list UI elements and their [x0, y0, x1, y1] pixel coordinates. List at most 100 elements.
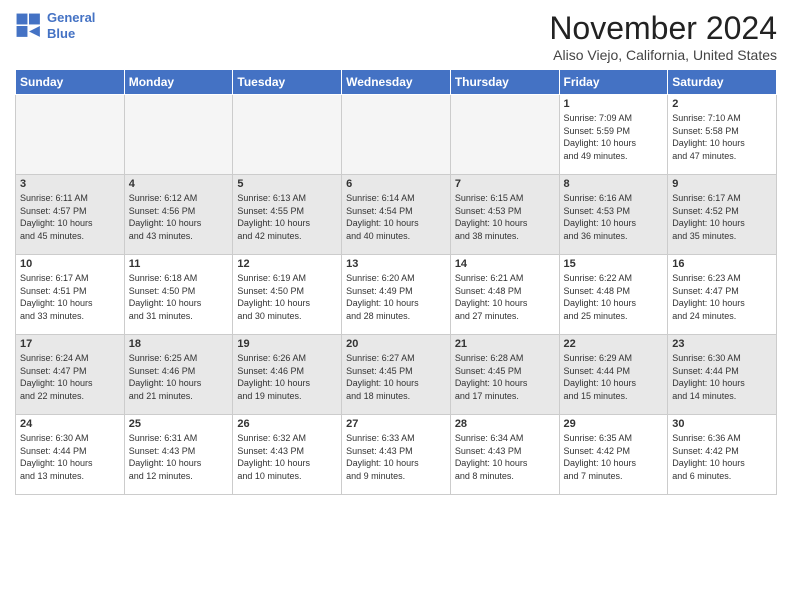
day-cell-4: 4 Sunrise: 6:12 AM Sunset: 4:56 PM Daylig… — [124, 175, 233, 255]
day-number: 13 — [346, 258, 446, 270]
week-row-0: 1 Sunrise: 7:09 AM Sunset: 5:59 PM Daylig… — [16, 95, 777, 175]
day-cell-empty — [450, 95, 559, 175]
day-info: Sunrise: 6:15 AM Sunset: 4:53 PM Dayligh… — [455, 192, 555, 242]
day-info: Sunrise: 6:12 AM Sunset: 4:56 PM Dayligh… — [129, 192, 229, 242]
day-number: 4 — [129, 178, 229, 190]
day-number: 29 — [564, 418, 664, 430]
calendar-table: SundayMondayTuesdayWednesdayThursdayFrid… — [15, 69, 777, 495]
logo-text: General Blue — [47, 10, 95, 41]
day-cell-empty — [342, 95, 451, 175]
day-cell-empty — [124, 95, 233, 175]
day-number: 7 — [455, 178, 555, 190]
day-info: Sunrise: 6:17 AM Sunset: 4:52 PM Dayligh… — [672, 192, 772, 242]
week-row-1: 3Sunrise: 6:11 AM Sunset: 4:57 PM Daylig… — [16, 175, 777, 255]
weekday-header-row: SundayMondayTuesdayWednesdayThursdayFrid… — [16, 70, 777, 95]
day-info: Sunrise: 6:26 AM Sunset: 4:46 PM Dayligh… — [237, 352, 337, 402]
day-info: Sunrise: 6:35 AM Sunset: 4:42 PM Dayligh… — [564, 432, 664, 482]
day-info: Sunrise: 6:14 AM Sunset: 4:54 PM Dayligh… — [346, 192, 446, 242]
day-cell-27: 27 Sunrise: 6:33 AM Sunset: 4:43 PM Dayli… — [342, 415, 451, 495]
day-info: Sunrise: 6:17 AM Sunset: 4:51 PM Dayligh… — [20, 272, 120, 322]
week-row-2: 10 Sunrise: 6:17 AM Sunset: 4:51 PM Dayli… — [16, 255, 777, 335]
day-cell-23: 23Sunrise: 6:30 AM Sunset: 4:44 PM Dayli… — [668, 335, 777, 415]
day-number: 19 — [237, 338, 337, 350]
header: General Blue November 2024 Aliso Viejo, … — [15, 10, 777, 63]
day-cell-22: 22Sunrise: 6:29 AM Sunset: 4:44 PM Dayli… — [559, 335, 668, 415]
week-row-4: 24 Sunrise: 6:30 AM Sunset: 4:44 PM Dayli… — [16, 415, 777, 495]
day-number: 16 — [672, 258, 772, 270]
day-info: Sunrise: 6:22 AM Sunset: 4:48 PM Dayligh… — [564, 272, 664, 322]
location-title: Aliso Viejo, California, United States — [549, 47, 777, 63]
day-info: Sunrise: 6:33 AM Sunset: 4:43 PM Dayligh… — [346, 432, 446, 482]
logo: General Blue — [15, 10, 95, 41]
day-number: 5 — [237, 178, 337, 190]
day-number: 21 — [455, 338, 555, 350]
day-number: 28 — [455, 418, 555, 430]
weekday-header-saturday: Saturday — [668, 70, 777, 95]
day-info: Sunrise: 6:30 AM Sunset: 4:44 PM Dayligh… — [20, 432, 120, 482]
day-info: Sunrise: 6:25 AM Sunset: 4:46 PM Dayligh… — [129, 352, 229, 402]
day-cell-2: 2Sunrise: 7:10 AM Sunset: 5:58 PM Daylig… — [668, 95, 777, 175]
day-cell-29: 29 Sunrise: 6:35 AM Sunset: 4:42 PM Dayli… — [559, 415, 668, 495]
day-info: Sunrise: 6:11 AM Sunset: 4:57 PM Dayligh… — [20, 192, 120, 242]
day-info: Sunrise: 7:09 AM Sunset: 5:59 PM Dayligh… — [564, 112, 664, 162]
day-number: 10 — [20, 258, 120, 270]
day-cell-17: 17 Sunrise: 6:24 AM Sunset: 4:47 PM Dayli… — [16, 335, 125, 415]
day-cell-12: 12 Sunrise: 6:19 AM Sunset: 4:50 PM Dayli… — [233, 255, 342, 335]
logo-icon — [15, 12, 43, 40]
day-info: Sunrise: 6:18 AM Sunset: 4:50 PM Dayligh… — [129, 272, 229, 322]
day-info: Sunrise: 6:21 AM Sunset: 4:48 PM Dayligh… — [455, 272, 555, 322]
day-info: Sunrise: 6:24 AM Sunset: 4:47 PM Dayligh… — [20, 352, 120, 402]
day-number: 18 — [129, 338, 229, 350]
weekday-header-friday: Friday — [559, 70, 668, 95]
day-cell-3: 3Sunrise: 6:11 AM Sunset: 4:57 PM Daylig… — [16, 175, 125, 255]
page-container: General Blue November 2024 Aliso Viejo, … — [0, 0, 792, 612]
week-row-3: 17 Sunrise: 6:24 AM Sunset: 4:47 PM Dayli… — [16, 335, 777, 415]
day-info: Sunrise: 6:20 AM Sunset: 4:49 PM Dayligh… — [346, 272, 446, 322]
day-number: 8 — [564, 178, 664, 190]
day-info: Sunrise: 6:31 AM Sunset: 4:43 PM Dayligh… — [129, 432, 229, 482]
weekday-header-monday: Monday — [124, 70, 233, 95]
weekday-header-sunday: Sunday — [16, 70, 125, 95]
day-cell-8: 8 Sunrise: 6:16 AM Sunset: 4:53 PM Daylig… — [559, 175, 668, 255]
day-number: 26 — [237, 418, 337, 430]
month-title: November 2024 — [549, 10, 777, 47]
weekday-header-wednesday: Wednesday — [342, 70, 451, 95]
day-info: Sunrise: 6:27 AM Sunset: 4:45 PM Dayligh… — [346, 352, 446, 402]
day-cell-16: 16Sunrise: 6:23 AM Sunset: 4:47 PM Dayli… — [668, 255, 777, 335]
day-number: 15 — [564, 258, 664, 270]
day-cell-26: 26 Sunrise: 6:32 AM Sunset: 4:43 PM Dayli… — [233, 415, 342, 495]
day-number: 11 — [129, 258, 229, 270]
day-number: 20 — [346, 338, 446, 350]
day-number: 9 — [672, 178, 772, 190]
day-cell-13: 13 Sunrise: 6:20 AM Sunset: 4:49 PM Dayli… — [342, 255, 451, 335]
title-area: November 2024 Aliso Viejo, California, U… — [549, 10, 777, 63]
day-cell-9: 9 Sunrise: 6:17 AM Sunset: 4:52 PM Daylig… — [668, 175, 777, 255]
day-info: Sunrise: 6:13 AM Sunset: 4:55 PM Dayligh… — [237, 192, 337, 242]
day-number: 30 — [672, 418, 772, 430]
day-number: 25 — [129, 418, 229, 430]
day-info: Sunrise: 6:28 AM Sunset: 4:45 PM Dayligh… — [455, 352, 555, 402]
day-number: 23 — [672, 338, 772, 350]
weekday-header-thursday: Thursday — [450, 70, 559, 95]
day-number: 12 — [237, 258, 337, 270]
day-cell-18: 18 Sunrise: 6:25 AM Sunset: 4:46 PM Dayli… — [124, 335, 233, 415]
day-cell-10: 10 Sunrise: 6:17 AM Sunset: 4:51 PM Dayli… — [16, 255, 125, 335]
day-info: Sunrise: 6:29 AM Sunset: 4:44 PM Dayligh… — [564, 352, 664, 402]
day-number: 17 — [20, 338, 120, 350]
day-cell-6: 6Sunrise: 6:14 AM Sunset: 4:54 PM Daylig… — [342, 175, 451, 255]
day-info: Sunrise: 6:19 AM Sunset: 4:50 PM Dayligh… — [237, 272, 337, 322]
day-cell-empty — [16, 95, 125, 175]
day-info: Sunrise: 6:16 AM Sunset: 4:53 PM Dayligh… — [564, 192, 664, 242]
day-number: 1 — [564, 98, 664, 110]
day-number: 24 — [20, 418, 120, 430]
day-number: 27 — [346, 418, 446, 430]
day-cell-1: 1 Sunrise: 7:09 AM Sunset: 5:59 PM Daylig… — [559, 95, 668, 175]
day-cell-25: 25 Sunrise: 6:31 AM Sunset: 4:43 PM Dayli… — [124, 415, 233, 495]
day-cell-30: 30Sunrise: 6:36 AM Sunset: 4:42 PM Dayli… — [668, 415, 777, 495]
day-cell-24: 24 Sunrise: 6:30 AM Sunset: 4:44 PM Dayli… — [16, 415, 125, 495]
day-cell-15: 15 Sunrise: 6:22 AM Sunset: 4:48 PM Dayli… — [559, 255, 668, 335]
day-cell-11: 11 Sunrise: 6:18 AM Sunset: 4:50 PM Dayli… — [124, 255, 233, 335]
day-cell-19: 19 Sunrise: 6:26 AM Sunset: 4:46 PM Dayli… — [233, 335, 342, 415]
day-cell-14: 14Sunrise: 6:21 AM Sunset: 4:48 PM Dayli… — [450, 255, 559, 335]
day-info: Sunrise: 6:32 AM Sunset: 4:43 PM Dayligh… — [237, 432, 337, 482]
